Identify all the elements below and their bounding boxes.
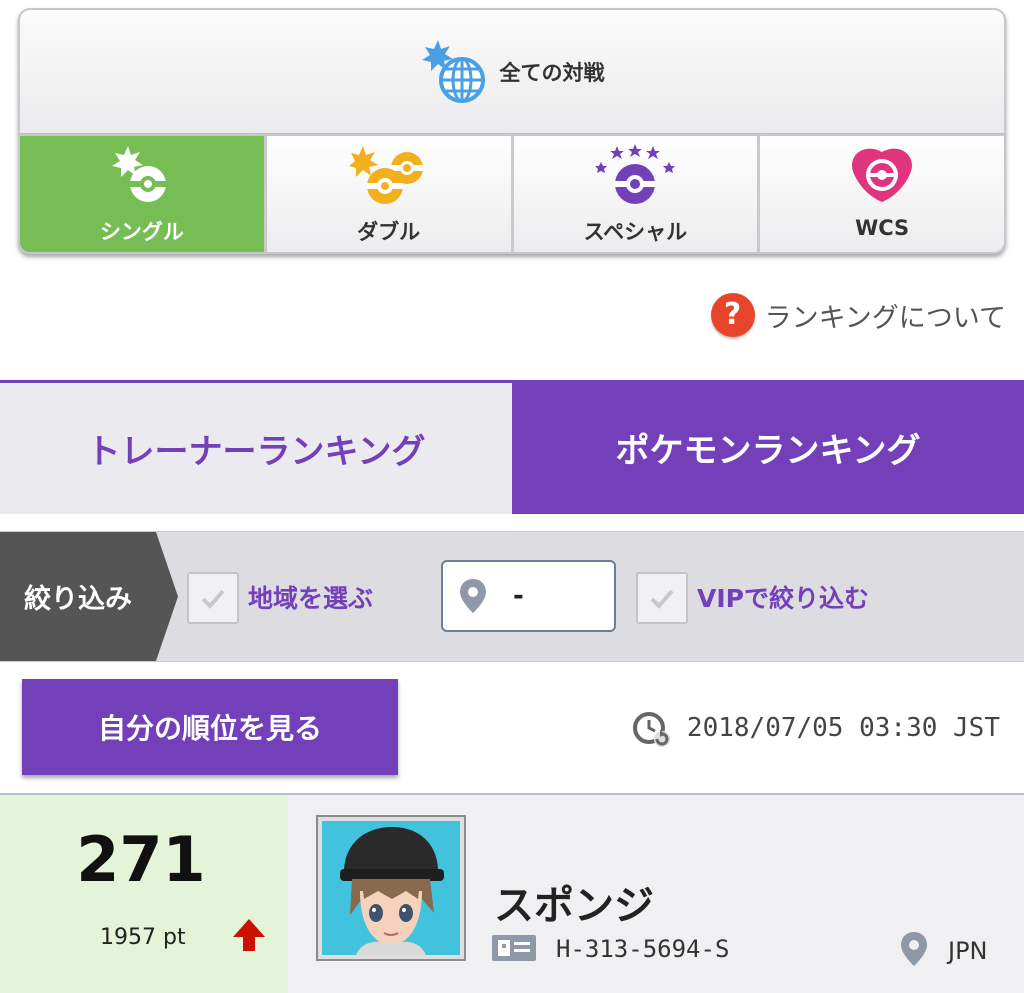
wcs-battle-icon [852, 148, 913, 202]
mode-single[interactable]: シングル [20, 136, 264, 252]
mode-double-label: ダブル [357, 220, 421, 244]
mode-special-label: スペシャル [583, 220, 688, 244]
trainer-id: H-313-5694-S [556, 935, 730, 963]
about-ranking-label: ランキングについて [764, 302, 1006, 334]
tab-trainer-ranking[interactable]: トレーナーランキング [0, 380, 512, 514]
mode-wcs-label: WCS [855, 216, 910, 240]
filter-tag: 絞り込み [0, 532, 178, 661]
region-select[interactable]: - [441, 560, 616, 632]
trainer-avatar [316, 815, 466, 961]
special-battle-icon [595, 144, 676, 204]
all-battles-button[interactable]: 全ての対戦 [20, 10, 1004, 134]
battle-mode-tabs: シングル ダブル スペシャル WCS [20, 136, 1004, 252]
globe-burst-icon [421, 39, 485, 103]
double-battle-icon [348, 146, 423, 204]
vip-checkbox[interactable] [636, 572, 688, 624]
ranking-entry[interactable]: 271 1957 pt スポンジ H-313-5694-S JPN [0, 793, 1024, 993]
all-battles-label: 全ての対戦 [499, 60, 605, 85]
question-icon: ? [710, 293, 755, 337]
last-updated: 2018/07/05 03:30 JST [631, 708, 1000, 748]
about-ranking-link[interactable]: ? ランキングについて [710, 293, 1006, 337]
check-icon [650, 589, 674, 609]
battle-type-selector: 全ての対戦 シングル ダブル スペシャル WCS [18, 8, 1006, 254]
check-icon [201, 589, 225, 609]
location-pin-icon [901, 932, 927, 966]
id-card-icon [492, 935, 536, 961]
rating-points: 1957 pt [100, 925, 186, 950]
trend-up-arrow-icon [233, 919, 265, 951]
mode-wcs[interactable]: WCS [760, 136, 1004, 252]
filter-bar: 絞り込み 地域を選ぶ - VIPで絞り込む [0, 531, 1024, 662]
vip-filter-label[interactable]: VIPで絞り込む [697, 579, 869, 615]
mode-double[interactable]: ダブル [266, 136, 511, 252]
trainer-portrait-icon [322, 821, 460, 955]
mode-special[interactable]: スペシャル [513, 136, 758, 252]
trainer-name: スポンジ [494, 883, 654, 929]
last-updated-text: 2018/07/05 03:30 JST [686, 713, 1000, 743]
region-checkbox[interactable] [187, 572, 239, 624]
view-my-rank-button[interactable]: 自分の順位を見る [22, 679, 398, 775]
mode-single-label: シングル [99, 220, 184, 244]
country-code: JPN [948, 937, 988, 965]
ranking-tabs: トレーナーランキング ポケモンランキング [0, 380, 1024, 514]
region-filter-label[interactable]: 地域を選ぶ [248, 579, 373, 615]
location-pin-icon [460, 579, 486, 613]
rank-number: 271 [76, 823, 206, 896]
tab-pokemon-ranking[interactable]: ポケモンランキング [512, 380, 1024, 514]
clock-refresh-icon [632, 712, 670, 747]
single-battle-icon [111, 146, 166, 202]
region-value: - [513, 581, 524, 611]
